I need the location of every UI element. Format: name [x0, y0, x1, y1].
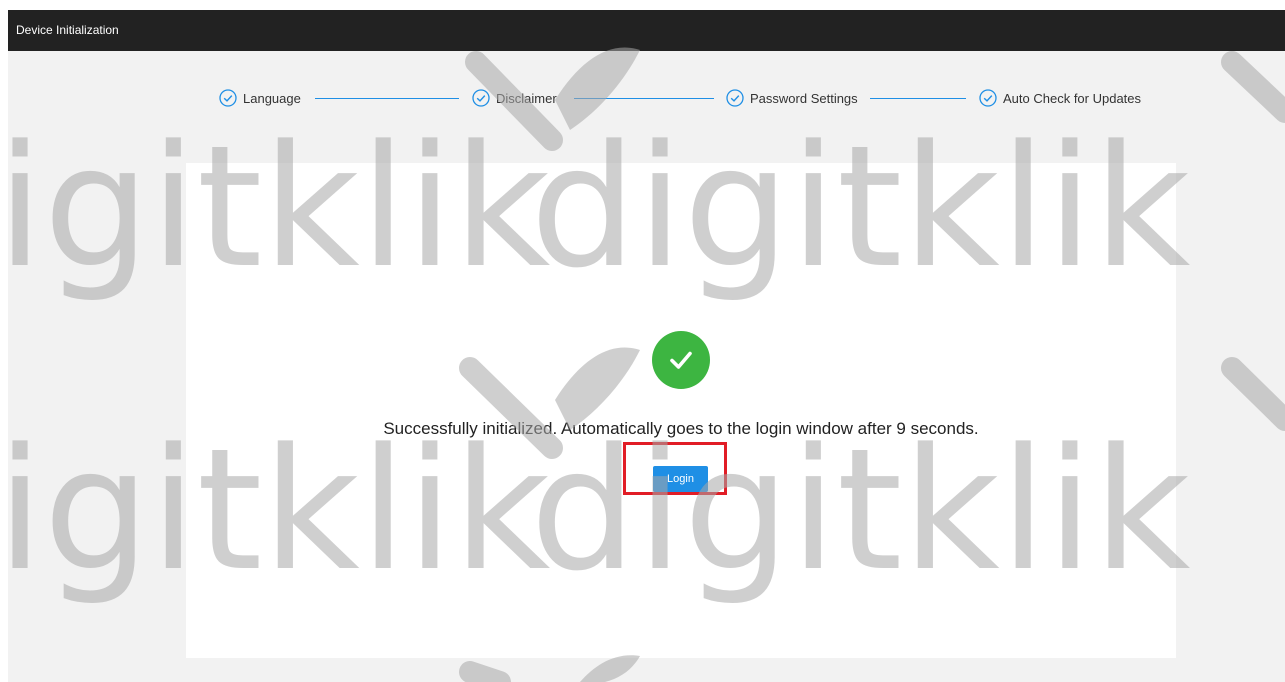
step-check-icon — [472, 89, 490, 107]
step-label: Auto Check for Updates — [1003, 90, 1142, 106]
step-language: Language — [219, 89, 301, 107]
result-panel: Successfully initialized. Automatically … — [186, 163, 1176, 658]
checkmark-icon — [670, 351, 692, 369]
step-label: Language — [243, 90, 301, 106]
step-check-icon — [219, 89, 237, 107]
step-check-icon — [979, 89, 997, 107]
step-password-settings: Password Settings — [726, 89, 858, 107]
step-label: Password Settings — [750, 90, 858, 106]
success-message: Successfully initialized. Automatically … — [383, 419, 979, 438]
title-bar: Device Initialization — [8, 10, 1285, 51]
step-label: Disclaimer — [496, 90, 557, 106]
step-connector — [870, 98, 966, 99]
step-progress: Language Disclaimer Password Settings Au… — [8, 51, 1285, 163]
step-disclaimer: Disclaimer — [472, 89, 557, 107]
device-init-window: Device Initialization Language Disclaime… — [8, 10, 1285, 682]
step-connector — [315, 98, 459, 99]
login-button[interactable]: Login — [653, 466, 708, 492]
step-auto-check-updates: Auto Check for Updates — [979, 89, 1141, 107]
step-check-icon — [726, 89, 744, 107]
checkmark-circle-icon — [652, 331, 710, 389]
step-connector — [574, 98, 714, 99]
window-title: Device Initialization — [16, 23, 119, 37]
